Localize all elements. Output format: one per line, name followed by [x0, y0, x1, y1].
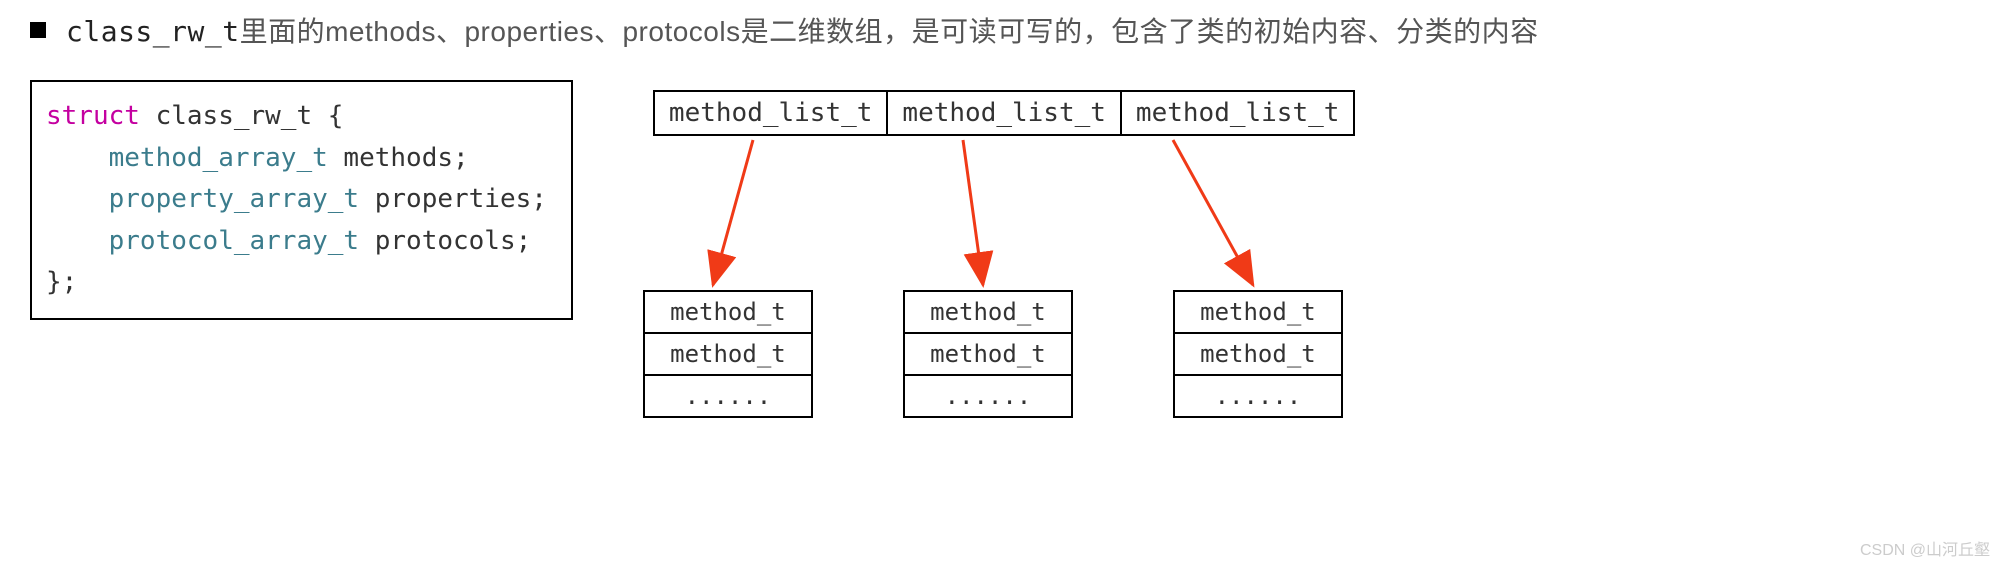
heading-code: class_rw_t — [66, 15, 240, 48]
method-row: method_t — [1175, 292, 1341, 334]
method-row: method_t — [645, 334, 811, 376]
type-property-array: property_array_t — [109, 184, 359, 214]
method-list-row: method_list_t method_list_t method_list_… — [653, 90, 1356, 136]
method-table-0: method_t method_t ...... — [643, 290, 813, 418]
heading: class_rw_t里面的methods、properties、protocol… — [30, 10, 1980, 50]
list-cell-2: method_list_t — [1120, 90, 1356, 136]
field-protocols: protocols; — [359, 226, 531, 256]
method-row: method_t — [1175, 334, 1341, 376]
keyword-struct: struct — [46, 101, 140, 131]
struct-close: }; — [46, 267, 77, 297]
method-table-1: method_t method_t ...... — [903, 290, 1073, 418]
struct-name: class_rw_t { — [140, 101, 344, 131]
list-cell-1: method_list_t — [886, 90, 1122, 136]
type-protocol-array: protocol_array_t — [109, 226, 359, 256]
main-diagram: struct class_rw_t { method_array_t metho… — [30, 80, 1980, 520]
diagram-area: method_list_t method_list_t method_list_… — [653, 80, 1653, 520]
type-method-array: method_array_t — [109, 143, 328, 173]
method-row-ellipsis: ...... — [1175, 376, 1341, 416]
method-row-ellipsis: ...... — [905, 376, 1071, 416]
method-row-ellipsis: ...... — [645, 376, 811, 416]
method-row: method_t — [905, 292, 1071, 334]
bullet-icon — [30, 22, 46, 38]
struct-box: struct class_rw_t { method_array_t metho… — [30, 80, 573, 320]
heading-text: 里面的methods、properties、protocols是二维数组，是可读… — [240, 16, 1539, 47]
method-row: method_t — [905, 334, 1071, 376]
watermark: CSDN @山河丘壑 — [1860, 536, 1990, 560]
method-table-2: method_t method_t ...... — [1173, 290, 1343, 418]
field-properties: properties; — [359, 184, 547, 214]
method-row: method_t — [645, 292, 811, 334]
field-methods: methods; — [328, 143, 469, 173]
list-cell-0: method_list_t — [653, 90, 889, 136]
